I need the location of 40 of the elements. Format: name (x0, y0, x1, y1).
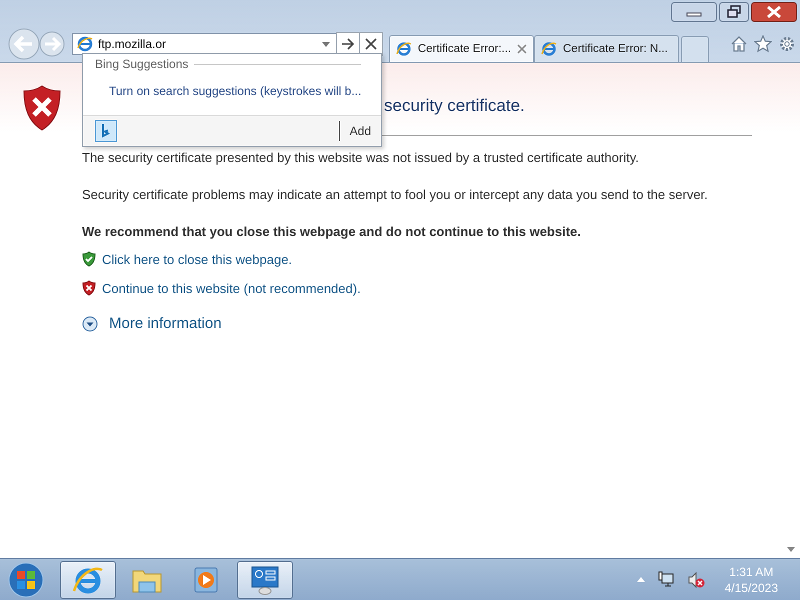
body-text: The security certificate presented by this website was not issued by a trusted certificate authority. (82, 149, 640, 167)
control-panel-icon (249, 564, 281, 596)
body-text: Security certificate problems may indicate an attempt to fool you or intercept any data you send to the server. (82, 186, 709, 204)
back-button[interactable] (6, 27, 42, 61)
expand-circle-icon[interactable] (82, 316, 98, 332)
close-button[interactable] (751, 2, 797, 22)
error-shield-icon (82, 280, 96, 296)
home-icon[interactable] (730, 35, 748, 53)
start-button[interactable] (6, 560, 46, 600)
taskbar-button[interactable] (237, 560, 293, 598)
show-hidden-icons-arrow-icon[interactable] (636, 577, 645, 582)
stop-button[interactable] (359, 32, 383, 56)
taskbar-button[interactable] (60, 560, 116, 598)
browser-logo-icon (77, 36, 93, 52)
restore-button[interactable] (719, 2, 749, 22)
minimize-button[interactable] (671, 2, 717, 22)
recommendation-text: We recommend that you close this webpage and do not continue to this website. (82, 224, 582, 239)
close-tab-icon[interactable] (517, 44, 527, 54)
continue-link[interactable]: Continue to this website (not recommended). (102, 280, 361, 296)
safe-shield-icon (82, 251, 96, 267)
browser-logo-icon (396, 41, 412, 57)
error-shield-icon (22, 85, 62, 131)
network-icon[interactable] (656, 570, 675, 588)
browser-tab[interactable]: Certificate Error: N... (534, 35, 679, 62)
suggestion-item[interactable]: Turn on search suggestions (keystrokes will b... (109, 83, 362, 99)
address-bar[interactable]: ftp.mozilla.or (72, 33, 337, 55)
go-button[interactable] (336, 32, 360, 56)
add-button[interactable]: Add (338, 121, 381, 141)
settings-icon[interactable] (778, 35, 796, 53)
more-information-link[interactable]: More information (109, 315, 222, 332)
browser-tab[interactable]: Certificate Error:... (389, 35, 534, 62)
dropdown-arrow-icon[interactable] (322, 42, 330, 46)
search-provider-icon[interactable] (95, 120, 117, 142)
muted-speaker-icon[interactable] (686, 570, 705, 588)
close-page-link[interactable]: Click here to close this webpage. (102, 252, 292, 266)
forward-button[interactable] (38, 30, 66, 58)
browser-logo-icon (541, 41, 557, 57)
suggestions-header: Bing Suggestions (95, 57, 188, 71)
page-heading: security certificate. (384, 95, 525, 117)
favorites-star-icon[interactable] (754, 35, 772, 53)
